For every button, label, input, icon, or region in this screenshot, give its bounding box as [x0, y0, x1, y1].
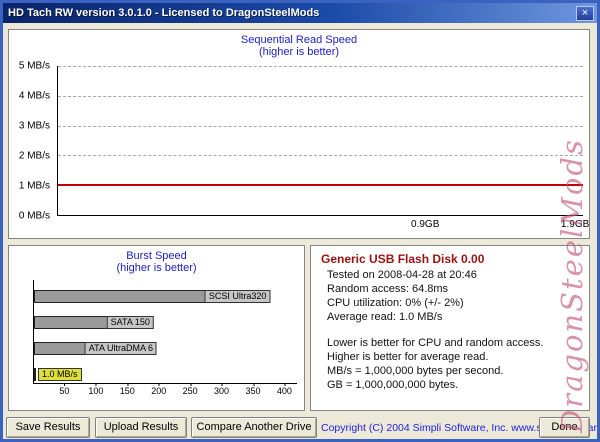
gridline — [58, 95, 583, 97]
results-panel: Generic USB Flash Disk 0.00 Tested on 20… — [310, 245, 590, 411]
bar-row: 1.0 MB/s — [34, 368, 297, 382]
bar-label: 1.0 MB/s — [38, 368, 82, 381]
sequential-chart-title: Sequential Read Speed — [240, 34, 358, 46]
result-note: Higher is better for average read. — [327, 351, 489, 363]
result-detail: Tested on 2008-04-28 at 20:46 — [327, 269, 477, 281]
gridline — [58, 66, 583, 67]
gridline — [58, 125, 583, 127]
result-note: MB/s = 1,000,000 bytes per second. — [327, 365, 504, 377]
burst-bar — [34, 368, 36, 381]
compare-another-drive-button[interactable]: Compare Another Drive — [191, 417, 317, 438]
x-tick-label: 1.9GB — [560, 219, 590, 230]
window-title: HD Tach RW version 3.0.1.0 - Licensed to… — [8, 7, 320, 19]
title-bar: HD Tach RW version 3.0.1.0 - Licensed to… — [3, 3, 597, 23]
bar-row: ATA UltraDMA 6 — [34, 342, 297, 356]
burst-chart-title: Burst Speed — [126, 250, 187, 262]
done-button[interactable]: Done — [539, 417, 590, 438]
x-tick-label: 300 — [214, 383, 230, 396]
y-tick-label: 3 MB/s — [18, 120, 50, 132]
sequential-chart-subtitle: (higher is better) — [258, 46, 340, 58]
result-note: Lower is better for CPU and random acces… — [327, 337, 544, 349]
burst-chart-subtitle: (higher is better) — [116, 262, 197, 274]
bar-label: SCSI Ultra320 — [204, 290, 271, 303]
y-tick-label: 5 MB/s — [18, 60, 50, 72]
x-tick-label: 150 — [119, 383, 135, 396]
bar-row: SATA 150 — [34, 316, 297, 330]
save-results-button[interactable]: Save Results — [6, 417, 90, 438]
burst-speed-chart: Burst Speed (higher is better) SCSI Ultr… — [8, 245, 305, 411]
result-detail: Random access: 64.8ms — [327, 283, 449, 295]
bar-label: SATA 150 — [106, 316, 154, 329]
average-read-line — [58, 184, 583, 187]
sequential-plot-area — [57, 66, 583, 216]
x-tick-label: 50 — [59, 383, 70, 396]
y-tick-label: 1 MB/s — [18, 180, 50, 192]
x-tick-label: 400 — [276, 383, 292, 396]
y-tick-label: 4 MB/s — [18, 90, 50, 102]
result-notes: Lower is better for CPU and random acces… — [321, 336, 579, 392]
close-icon: × — [581, 6, 589, 19]
bar-row: SCSI Ultra320 — [34, 290, 297, 304]
close-button[interactable]: × — [576, 5, 594, 21]
gridline — [58, 155, 583, 157]
drive-name: Generic USB Flash Disk 0.00 — [321, 252, 485, 266]
burst-x-axis: 50 100 150 200 250 300 350 400 — [33, 383, 297, 400]
x-tick-label: 100 — [88, 383, 104, 396]
y-tick-label: 0 MB/s — [18, 210, 50, 222]
x-tick-label: 250 — [182, 383, 198, 396]
x-tick-label: 200 — [151, 383, 167, 396]
x-tick-label: 0.9GB — [411, 219, 440, 230]
result-note: GB = 1,000,000,000 bytes. — [327, 379, 459, 391]
x-tick-label: 350 — [245, 383, 261, 396]
y-tick-label: 2 MB/s — [18, 150, 50, 162]
sequential-y-axis: 5 MB/s 4 MB/s 3 MB/s 2 MB/s 1 MB/s 0 MB/s — [9, 61, 53, 222]
bar-label: ATA UltraDMA 6 — [84, 342, 157, 355]
app-window: HD Tach RW version 3.0.1.0 - Licensed to… — [0, 0, 600, 442]
result-details: Tested on 2008-04-28 at 20:46 Random acce… — [321, 268, 579, 324]
burst-plot-area: SCSI Ultra320 SATA 150 ATA UltraDMA 6 1.0 M… — [33, 280, 297, 384]
upload-results-button[interactable]: Upload Results — [95, 417, 187, 438]
sequential-read-chart: Sequential Read Speed (higher is better)… — [8, 29, 590, 239]
result-detail: Average read: 1.0 MB/s — [327, 311, 443, 323]
window-content: Sequential Read Speed (higher is better)… — [3, 23, 597, 439]
result-detail: CPU utilization: 0% (+/- 2%) — [327, 297, 464, 309]
sequential-x-axis: 0.9GB 1.9GB — [57, 219, 589, 233]
